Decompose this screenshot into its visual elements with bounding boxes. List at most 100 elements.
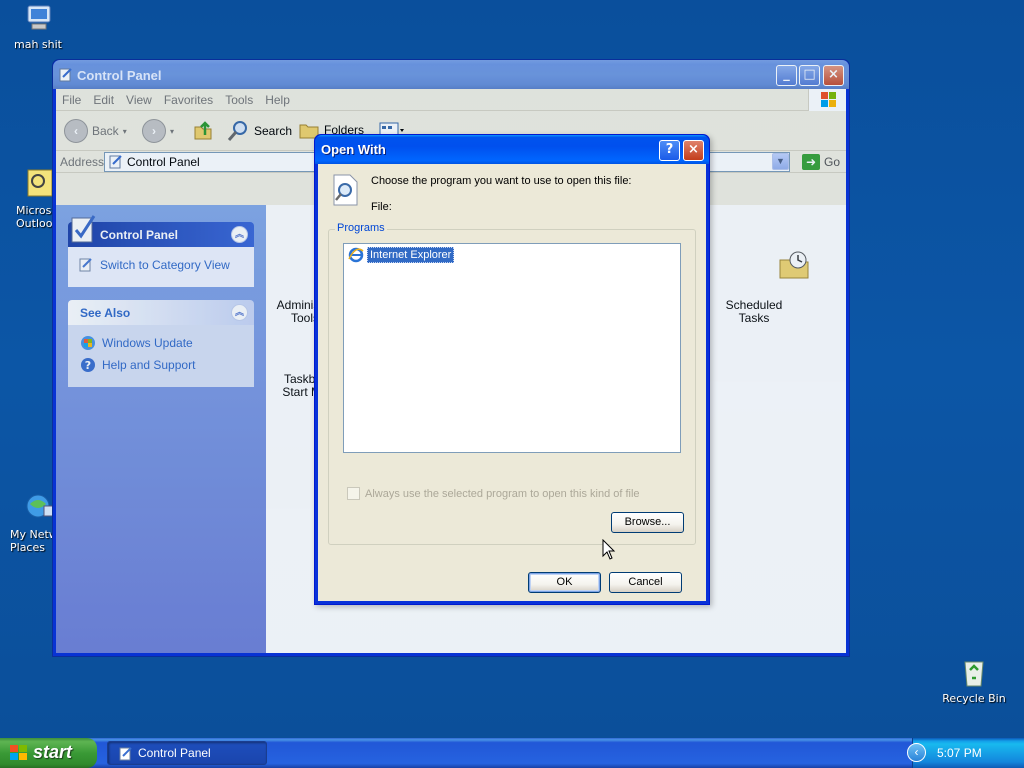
dialog-client: Choose the program you want to use to op… (318, 164, 706, 601)
maximize-button[interactable]: □ (799, 65, 820, 86)
help-icon: ? (81, 358, 95, 372)
desktop-icon-recycle-bin[interactable]: Recycle Bin (936, 656, 1012, 705)
desktop-icon-label: Microsc Outloo (16, 204, 52, 230)
clock[interactable]: 5:07 PM (937, 746, 982, 760)
program-item-internet-explorer[interactable]: Internet Explorer (348, 247, 455, 263)
recycle-bin-icon (958, 656, 990, 688)
forward-arrow-icon: › (142, 119, 166, 143)
taskbar-button-label: Control Panel (138, 746, 211, 760)
link-label: Help and Support (102, 358, 196, 372)
collapse-chevron-icon[interactable]: ︽ (231, 304, 248, 321)
back-label: Back (92, 124, 119, 138)
collapse-chevron-icon[interactable]: ︽ (231, 226, 248, 243)
link-label: Switch to Category View (100, 258, 230, 272)
programs-list[interactable]: Internet Explorer (343, 243, 681, 453)
mouse-cursor-icon (602, 539, 616, 560)
menu-tools[interactable]: Tools (219, 89, 259, 111)
windows-update-icon (81, 336, 95, 350)
address-label: Address (60, 155, 105, 169)
my-computer-icon (22, 2, 54, 34)
show-hidden-icons-chevron-icon[interactable]: ‹ (907, 743, 926, 762)
go-arrow-icon: ➜ (801, 154, 820, 170)
system-tray: ‹ 5:07 PM (907, 738, 1024, 768)
internet-explorer-icon (348, 247, 364, 263)
task-group-body: Switch to Category View (68, 247, 254, 287)
search-label: Search (254, 124, 293, 138)
control-panel-icon (59, 68, 72, 82)
link-label: Windows Update (102, 336, 193, 350)
program-label: Internet Explorer (367, 247, 455, 263)
desktop-icon-label: Recycle Bin (942, 692, 1006, 705)
control-panel-icon (109, 155, 122, 169)
menu-favorites[interactable]: Favorites (158, 89, 219, 111)
menu-view[interactable]: View (120, 89, 158, 111)
menu-help[interactable]: Help (259, 89, 296, 111)
task-group-header[interactable]: Control Panel ︽ (68, 215, 254, 247)
taskbar-button-control-panel[interactable]: Control Panel (107, 741, 267, 765)
checkbox-box[interactable] (347, 487, 360, 500)
close-button[interactable]: × (823, 65, 844, 86)
control-panel-icon (119, 747, 132, 761)
desktop-icon-my-computer[interactable]: mah shit (0, 2, 76, 51)
dialog-titlebar[interactable]: Open With ? × (315, 135, 709, 164)
window-titlebar[interactable]: Control Panel _ □ × (53, 60, 849, 89)
always-use-checkbox[interactable]: Always use the selected program to open … (347, 487, 640, 500)
cancel-button[interactable]: Cancel (609, 572, 682, 593)
menu-edit[interactable]: Edit (87, 89, 120, 111)
go-button[interactable]: ➜ Go (801, 154, 840, 170)
desktop-icon-label: mah shit (14, 38, 62, 51)
control-panel-icon (71, 215, 96, 243)
go-label: Go (823, 155, 840, 169)
dropdown-arrow-icon: ▾ (122, 126, 127, 136)
taskbar: start Control Panel ‹ 5:07 PM (0, 738, 1024, 768)
up-folder-button[interactable] (192, 119, 214, 141)
scheduled-tasks-item[interactable]: Scheduled Tasks (717, 211, 809, 351)
forward-button[interactable]: › ▾ (142, 119, 174, 143)
outlook-icon (24, 168, 52, 200)
window-title: Control Panel (77, 68, 162, 83)
dialog-prompt: Choose the program you want to use to op… (371, 175, 632, 187)
switch-to-category-view-link[interactable]: Switch to Category View (78, 257, 244, 273)
start-label: start (33, 742, 73, 762)
control-panel-icon (79, 258, 92, 272)
windows-logo-icon (10, 745, 27, 760)
always-use-label: Always use the selected program to open … (365, 487, 640, 500)
address-dropdown-button[interactable]: ▼ (772, 153, 789, 170)
task-pane: Control Panel ︽ Switch to Category View … (56, 205, 266, 653)
windows-update-link[interactable]: Windows Update (80, 335, 242, 351)
start-button[interactable]: start (0, 738, 97, 768)
file-label: File: (371, 201, 392, 213)
back-button[interactable]: ‹ Back ▾ (64, 119, 127, 143)
task-group-title: Control Panel (100, 228, 179, 242)
file-search-icon (333, 174, 358, 206)
minimize-button[interactable]: _ (776, 65, 797, 86)
svg-text:?: ? (85, 359, 91, 372)
browse-button[interactable]: Browse... (611, 512, 684, 533)
dialog-title: Open With (321, 142, 386, 157)
item-label: Scheduled Tasks (725, 298, 783, 325)
menu-file[interactable]: File (56, 89, 87, 111)
up-folder-icon (194, 121, 212, 140)
help-button[interactable]: ? (659, 140, 680, 161)
search-icon (227, 121, 247, 141)
open-with-dialog: Open With ? × Choose the program you wan… (314, 134, 710, 605)
desktop-icon-outlook[interactable]: Microsc Outloo (0, 168, 52, 230)
task-group-body: Windows Update ? Help and Support (68, 325, 254, 387)
menu-bar: File Edit View Favorites Tools Help (56, 89, 846, 111)
back-arrow-icon: ‹ (64, 119, 88, 143)
ok-button[interactable]: OK (528, 572, 601, 593)
programs-groupbox: Programs Internet Explorer Always use th… (328, 222, 696, 545)
desktop: mah shit Microsc Outloo My Netw Places R… (0, 0, 1024, 738)
control-panel-task-group: Control Panel ︽ Switch to Category View (68, 215, 254, 287)
desktop-icon-network-places[interactable]: My Netw Places (0, 492, 52, 554)
dropdown-arrow-icon: ▾ (170, 126, 175, 136)
desktop-icon-label: My Netw Places (10, 528, 52, 554)
task-group-title: See Also (80, 306, 131, 320)
search-button[interactable]: Search (226, 119, 292, 143)
help-and-support-link[interactable]: ? Help and Support (80, 357, 242, 373)
task-group-header[interactable]: See Also ︽ (68, 300, 254, 325)
close-button[interactable]: × (683, 140, 704, 161)
scheduled-tasks-icon (738, 237, 809, 279)
windows-logo-icon (808, 89, 846, 111)
address-value: Control Panel (127, 155, 200, 169)
